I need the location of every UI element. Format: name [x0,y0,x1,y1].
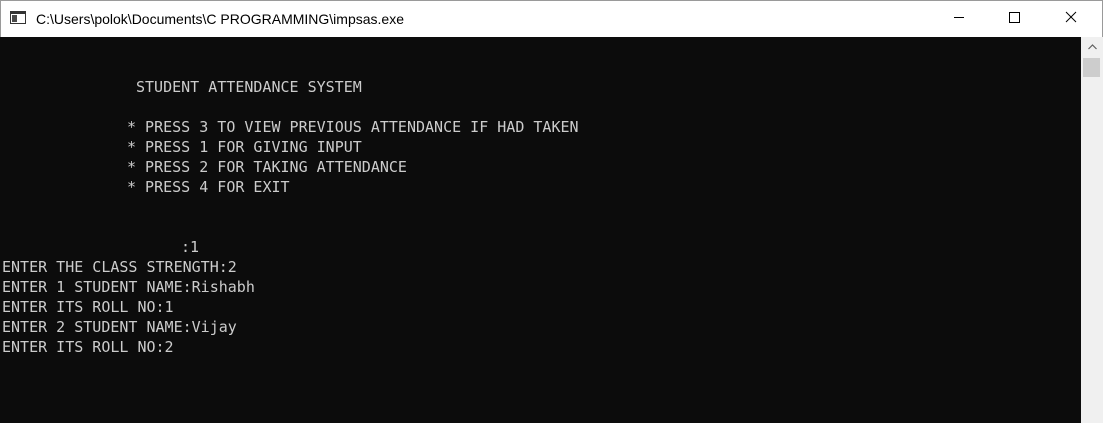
menu-option: * PRESS 1 FOR GIVING INPUT [127,138,362,156]
console-window-icon [10,11,26,24]
title-bar[interactable]: C:\Users\polok\Documents\C PROGRAMMING\i… [0,0,1103,37]
vertical-scrollbar[interactable] [1081,37,1103,423]
scrollbar-thumb[interactable] [1083,58,1100,77]
close-button[interactable] [1048,1,1094,37]
choice-prompt: :1 [181,238,200,256]
console-output-line: ENTER ITS ROLL NO:2 [2,338,174,356]
console-output-line: ENTER 2 STUDENT NAME:Vijay [2,318,237,336]
console-output-line: ENTER THE CLASS STRENGTH:2 [2,258,237,276]
close-icon [1065,10,1077,28]
maximize-icon [1008,10,1020,28]
chevron-up-icon [1087,37,1097,55]
console-output-area[interactable]: STUDENT ATTENDANCE SYSTEM * PRESS 3 TO V… [0,37,1081,423]
console-output-line: ENTER 1 STUDENT NAME:Rishabh [2,278,255,296]
console-output-line: ENTER ITS ROLL NO:1 [2,298,174,316]
window-title: C:\Users\polok\Documents\C PROGRAMMING\i… [36,11,404,27]
minimize-icon [953,10,965,28]
menu-option: * PRESS 4 FOR EXIT [127,178,290,196]
menu-option: * PRESS 2 FOR TAKING ATTENDANCE [127,158,407,176]
minimize-button[interactable] [936,1,982,37]
menu-option: * PRESS 3 TO VIEW PREVIOUS ATTENDANCE IF… [127,118,579,136]
scroll-up-button[interactable] [1081,37,1103,55]
console-heading: STUDENT ATTENDANCE SYSTEM [136,78,362,96]
maximize-button[interactable] [991,1,1037,37]
